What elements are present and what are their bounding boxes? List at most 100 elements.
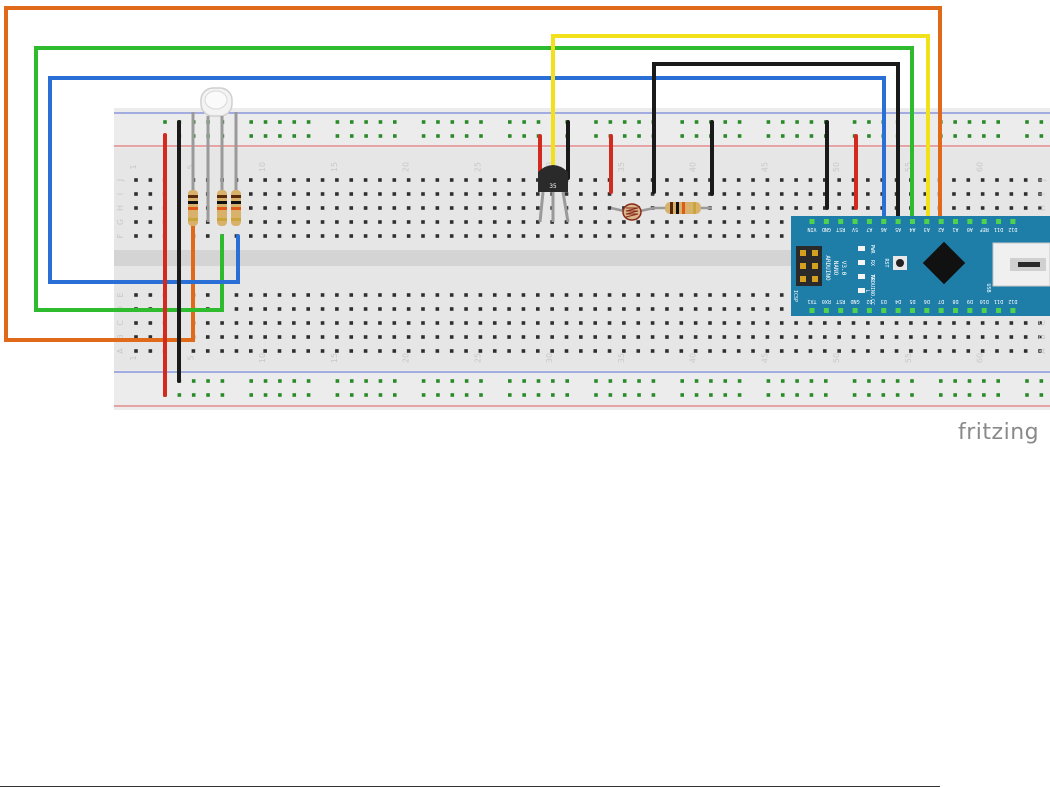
nano-top-pin-label: D11 [994, 226, 1003, 232]
resistor-band [188, 201, 198, 204]
breadboard-diagram: 1155101015152020252530303535404045455050… [4, 6, 1050, 410]
top-power-rail [114, 108, 1050, 148]
column-label-bottom: 35 [617, 353, 626, 363]
nano-bottom-pin-label: D11 [994, 298, 1003, 304]
resistor-band [217, 195, 227, 198]
reset-button-cap [896, 259, 904, 267]
nano-bottom-pin [809, 308, 815, 313]
column-label-top: 45 [760, 162, 769, 172]
nano-bottom-pin-label: D5 [909, 298, 915, 304]
nano-bottom-pin [866, 308, 872, 313]
resistor-band [231, 195, 241, 198]
nano-led-label-l: L [864, 289, 870, 292]
nano-top-pin-label: A1 [952, 226, 958, 232]
row-label-left: F [116, 233, 125, 238]
nano-top-pin [809, 219, 815, 224]
nano-rst-label: RST [883, 258, 889, 267]
column-label-bottom: 25 [473, 353, 482, 363]
nano-top-pin-label: A2 [938, 226, 944, 232]
nano-top-pin [953, 219, 958, 224]
nano-top-pin [967, 219, 973, 224]
nano-bottom-pin [895, 308, 901, 313]
nano-led-tx [858, 274, 865, 279]
row-label-right: H [1038, 205, 1047, 211]
column-label-bottom: 50 [832, 353, 841, 363]
nano-bottom-pin [967, 308, 973, 313]
nano-led-rx [858, 260, 865, 265]
column-label-top: 10 [258, 162, 267, 172]
led-lens [204, 90, 228, 110]
row-label-right: B [1038, 334, 1047, 340]
column-label-bottom: 20 [402, 353, 411, 363]
column-label-bottom: 60 [976, 353, 985, 363]
fritzing-logo: fritzing [958, 420, 1040, 445]
nano-top-pin [838, 219, 844, 224]
sensor-label: 35 [549, 183, 557, 190]
column-label-bottom: 40 [689, 353, 698, 363]
resistor-band [217, 207, 227, 210]
nano-led-label-pwr: PWR [869, 244, 875, 254]
row-label-left: A [116, 348, 125, 354]
nano-bottom-pin-label: TX1 [807, 298, 816, 304]
nano-top-pin-label: A4 [909, 226, 915, 232]
nano-top-pin [895, 219, 901, 224]
nano-top-pin [909, 219, 915, 224]
nano-top-pin [996, 219, 1002, 224]
column-label-bottom: 10 [258, 353, 267, 363]
nano-bottom-pin [924, 308, 930, 313]
column-label-bottom: 45 [760, 353, 769, 363]
nano-bottom-pin [996, 308, 1002, 313]
resistor-band [231, 201, 241, 204]
nano-top-pin [1010, 219, 1016, 224]
resistor-band [217, 218, 227, 221]
band-3 [682, 202, 685, 214]
nano-bottom-pin-label: D3 [881, 298, 887, 304]
nano-bottom-pin [823, 308, 829, 313]
resistor-band [231, 207, 241, 210]
row-label-right: A [1038, 348, 1047, 354]
nano-bottom-pin-label: D2 [866, 298, 872, 304]
nano-bottom-pin-label: D12 [1008, 298, 1017, 304]
band-2 [676, 202, 679, 214]
nano-bottom-pin [852, 308, 858, 313]
nano-led-label-rx: RX [869, 260, 875, 266]
nano-bottom-pin [1010, 308, 1016, 313]
usb-port-tongue [1018, 262, 1040, 267]
nano-bottom-pin-label: GND [851, 298, 860, 304]
bottom-power-rail [114, 370, 1050, 410]
nano-bottom-pin [909, 308, 915, 313]
row-label-left: C [116, 320, 125, 326]
nano-bottom-pin-label: RST [836, 298, 845, 304]
nano-top-pin [866, 219, 872, 224]
nano-top-pin-label: A3 [924, 226, 930, 232]
nano-bottom-pin-label: D9 [967, 298, 973, 304]
column-label-bottom: 15 [330, 353, 339, 363]
column-label-top: 35 [617, 162, 626, 172]
nano-bottom-pin [938, 308, 944, 313]
nano-led-label-tx: TX [869, 274, 875, 280]
nano-top-pin-label: A7 [866, 226, 872, 232]
nano-bottom-pin-label: D4 [895, 298, 901, 304]
column-label-bottom: 5 [186, 355, 195, 360]
nano-version: V3.0 [840, 261, 847, 276]
column-label-bottom: 30 [545, 353, 554, 363]
nano-top-pin-label: D12 [1008, 226, 1017, 232]
column-label-top: 20 [402, 162, 411, 172]
nano-usb-label: USB [985, 283, 991, 292]
resistor-band [188, 195, 198, 198]
row-label-right: C [1038, 320, 1047, 326]
nano-bottom-pin-label: RX0 [822, 298, 831, 304]
nano-top-pin-label: 5V [852, 226, 858, 232]
nano-bottom-pin-label: D10 [980, 298, 989, 304]
nano-top-pin-label: REF [980, 226, 989, 232]
nano-bottom-pin-label: D8 [952, 298, 958, 304]
nano-top-pin [981, 219, 987, 224]
row-label-left: G [116, 219, 125, 225]
nano-model: NANO [832, 261, 839, 276]
row-label-right: J [1038, 179, 1047, 182]
column-label-bottom: 1 [129, 355, 138, 360]
resistor-band [231, 218, 241, 221]
nano-top-pin-label: RST [836, 226, 845, 232]
icsp-header [796, 246, 822, 286]
column-label-top: 40 [689, 162, 698, 172]
